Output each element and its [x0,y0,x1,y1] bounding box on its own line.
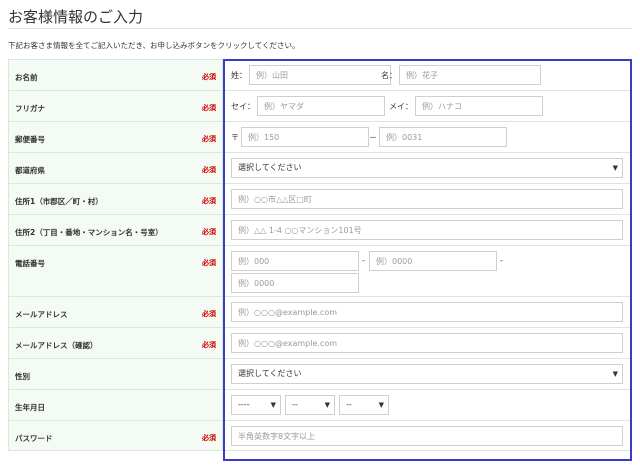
intro-text: 下記お客さま情報を全てご記入いただき、お申し込みボタンをクリックしてください。 [8,41,300,50]
label-cell: お名前 必須 [8,59,223,91]
address1-input[interactable] [231,189,623,209]
birth-year-value: ---- [238,400,250,409]
field-label-address2: 住所2（丁目・番地・マンション名・号室） [15,228,163,237]
birth-year-select[interactable]: ---- ▼ [231,395,281,415]
chevron-down-icon: ▼ [378,401,384,409]
customer-info-form: お名前 必須 姓： 名： フリガナ 必須 セイ： メイ： 郵便番号 必須 〒 [8,59,632,451]
field-label-phone: 電話番号 [15,259,45,268]
label-cell: 住所1（市郡区／町・村） 必須 [8,183,223,215]
email-confirm-input[interactable] [231,333,623,353]
postal-code-second-input[interactable] [379,127,507,147]
input-cell: セイ： メイ： [222,90,632,122]
sei-kana-label: セイ： [231,102,255,111]
row-address1: 住所1（市郡区／町・村） 必須 [8,183,632,215]
last-name-kana-input[interactable] [257,96,385,116]
label-cell: 電話番号 必須 [8,245,223,297]
row-password: パスワード 必須 [8,420,632,451]
field-label-name: お名前 [15,73,38,82]
chevron-down-icon: ▼ [612,370,618,378]
email-input[interactable] [231,302,623,322]
label-cell: 性別 [8,358,223,390]
row-address2: 住所2（丁目・番地・マンション名・号室） 必須 [8,214,632,246]
row-kana: フリガナ 必須 セイ： メイ： [8,90,632,122]
birth-month-select[interactable]: -- ▼ [285,395,335,415]
label-cell: パスワード 必須 [8,420,223,451]
postal-code-first-input[interactable] [241,127,369,147]
input-cell: - - [222,245,632,297]
field-label-password: パスワード [15,434,53,443]
row-gender: 性別 選択してください ▼ [8,358,632,390]
field-label-prefecture: 都道府県 [15,166,45,175]
phone-second-input[interactable] [369,251,497,271]
input-cell [222,296,632,328]
required-badge: 必須 [202,166,216,174]
gender-select[interactable]: 選択してください ▼ [231,364,623,384]
required-badge: 必須 [202,197,216,205]
input-cell [222,183,632,215]
page-title: お客様情報のご入力 [8,8,144,26]
first-name-kana-input[interactable] [415,96,543,116]
input-cell [222,214,632,246]
input-cell [222,420,632,451]
input-cell: 選択してください ▼ [222,152,632,184]
phone-dash-1: - [362,256,365,265]
phone-first-input[interactable] [231,251,359,271]
address2-input[interactable] [231,220,623,240]
password-input[interactable] [231,426,623,446]
required-badge: 必須 [202,434,216,442]
row-email-confirm: メールアドレス（確認） 必須 [8,327,632,359]
mei-label: 名： [381,71,397,80]
row-phone: 電話番号 必須 - - [8,245,632,297]
phone-third-input[interactable] [231,273,359,293]
label-cell: メールアドレス（確認） 必須 [8,327,223,359]
birth-month-value: -- [292,400,298,409]
input-cell: 〒 － [222,121,632,153]
field-label-email: メールアドレス [15,310,68,319]
chevron-down-icon: ▼ [270,401,276,409]
label-cell: フリガナ 必須 [8,90,223,122]
required-badge: 必須 [202,228,216,236]
label-cell: 都道府県 必須 [8,152,223,184]
birth-day-select[interactable]: -- ▼ [339,395,389,415]
chevron-down-icon: ▼ [612,164,618,172]
phone-dash-2: - [500,256,503,265]
field-label-kana: フリガナ [15,104,45,113]
title-divider [8,28,632,29]
input-cell: 姓： 名： [222,59,632,91]
label-cell: 郵便番号 必須 [8,121,223,153]
input-cell: 選択してください ▼ [222,358,632,390]
label-cell: 生年月日 [8,389,223,421]
prefecture-select[interactable]: 選択してください ▼ [231,158,623,178]
input-cell [222,327,632,359]
birth-day-value: -- [346,400,352,409]
postal-mark: 〒 [231,133,239,142]
prefecture-selected-value: 選択してください [238,163,302,172]
required-badge: 必須 [202,135,216,143]
field-label-address1: 住所1（市郡区／町・村） [15,197,103,206]
required-badge: 必須 [202,104,216,112]
required-badge: 必須 [202,310,216,318]
field-label-postal: 郵便番号 [15,135,45,144]
mei-kana-label: メイ： [389,102,413,111]
last-name-input[interactable] [249,65,391,85]
row-postal: 郵便番号 必須 〒 － [8,121,632,153]
required-badge: 必須 [202,259,216,267]
postal-dash: － [369,133,377,142]
sei-label: 姓： [231,71,247,80]
field-label-gender: 性別 [15,372,30,381]
label-cell: メールアドレス 必須 [8,296,223,328]
chevron-down-icon: ▼ [324,401,330,409]
row-email: メールアドレス 必須 [8,296,632,328]
row-prefecture: 都道府県 必須 選択してください ▼ [8,152,632,184]
label-cell: 住所2（丁目・番地・マンション名・号室） 必須 [8,214,223,246]
required-badge: 必須 [202,341,216,349]
field-label-birthday: 生年月日 [15,403,45,412]
row-birthday: 生年月日 ---- ▼ -- ▼ -- ▼ [8,389,632,421]
required-badge: 必須 [202,73,216,81]
input-cell: ---- ▼ -- ▼ -- ▼ [222,389,632,421]
gender-selected-value: 選択してください [238,369,302,378]
row-name: お名前 必須 姓： 名： [8,59,632,91]
first-name-input[interactable] [399,65,541,85]
field-label-email-confirm: メールアドレス（確認） [15,341,98,350]
